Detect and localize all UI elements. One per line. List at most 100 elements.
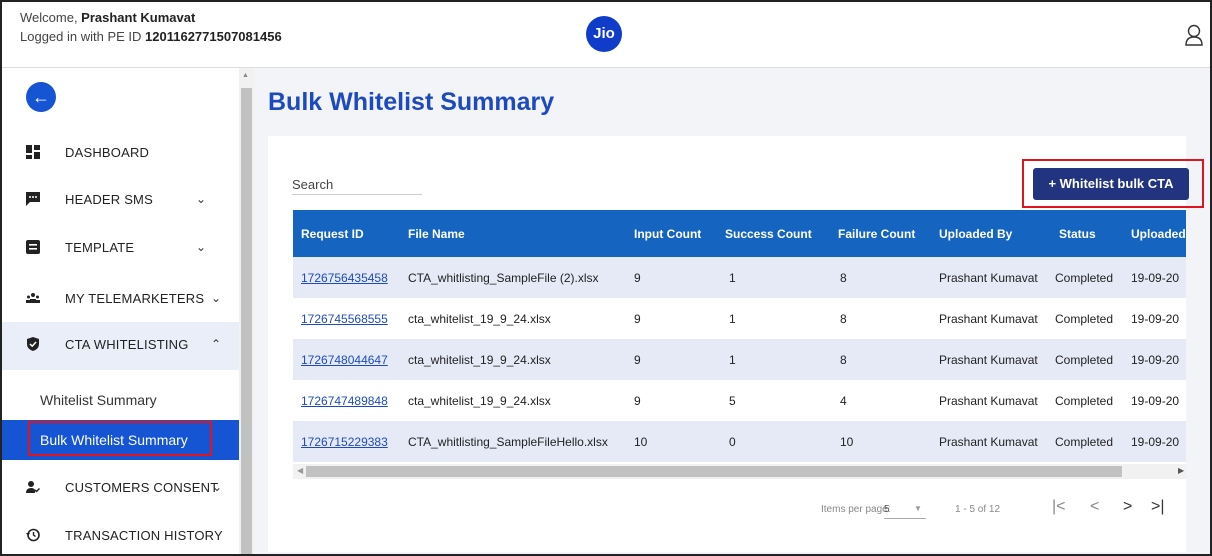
sidebar-item-dashboard[interactable]: DASHBOARD <box>2 130 239 178</box>
dropdown-caret-icon: ▼ <box>914 504 922 513</box>
sidebar-item-my-telemarketers[interactable]: MY TELEMARKETERS ⌄ <box>2 276 239 324</box>
request-id-link[interactable]: 1726756435458 <box>301 271 388 285</box>
shield-icon <box>27 337 39 351</box>
user-profile-icon[interactable] <box>1184 24 1204 46</box>
sidebar-item-template[interactable]: TEMPLATE ⌄ <box>2 225 239 273</box>
failure-count-cell: 8 <box>840 353 847 367</box>
jio-logo: Jio <box>586 16 622 52</box>
column-header[interactable]: Success Count <box>725 227 812 241</box>
page-size-select[interactable]: 5 ▼ <box>884 504 926 518</box>
uploaded-cell: 19-09-20 <box>1131 394 1180 408</box>
welcome-block: Welcome, Prashant Kumavat Logged in with… <box>20 8 282 46</box>
next-page-icon[interactable]: > <box>1123 498 1132 516</box>
table-row: 1726756435458 CTA_whitlisting_SampleFile… <box>293 257 1186 298</box>
sidebar-item-transaction-history[interactable]: TRANSACTION HISTORY <box>2 513 239 554</box>
user-name: Prashant Kumavat <box>81 10 196 25</box>
previous-page-icon[interactable]: < <box>1090 498 1099 516</box>
welcome-line: Welcome, Prashant Kumavat <box>20 10 196 25</box>
sidebar-item-customers-consent[interactable]: CUSTOMERS CONSENT ⌄ <box>2 465 239 513</box>
whitelist-table: Request ID File Name Input Count Success… <box>293 210 1186 464</box>
success-count-cell: 0 <box>729 435 736 449</box>
status-cell: Completed <box>1055 312 1114 326</box>
search-underline <box>292 194 422 195</box>
sidebar-item-label: CUSTOMERS CONSENT <box>65 480 219 495</box>
status-cell: Completed <box>1055 353 1114 367</box>
sidebar-item-header-sms[interactable]: HEADER SMS ⌄ <box>2 177 239 225</box>
column-header[interactable]: File Name <box>408 227 465 241</box>
chevron-down-icon: ⌄ <box>196 240 207 254</box>
sidebar-item-label: TEMPLATE <box>65 240 135 255</box>
status-cell: Completed <box>1055 271 1114 285</box>
page-range-label: 1 - 5 of 12 <box>955 504 1001 515</box>
back-arrow-icon[interactable]: ← <box>26 82 56 112</box>
column-header[interactable]: Request ID <box>301 227 364 241</box>
app-window: Welcome, Prashant Kumavat Logged in with… <box>0 0 1212 556</box>
last-page-icon[interactable]: >| <box>1151 498 1165 516</box>
uploaded-by-cell: Prashant Kumavat <box>939 271 1038 285</box>
search-input[interactable]: Search <box>292 177 333 192</box>
failure-count-cell: 10 <box>840 435 854 449</box>
sidebar-item-label: CTA WHITELISTING <box>65 337 189 352</box>
pe-id: 1201162771507081456 <box>145 29 282 44</box>
status-cell: Completed <box>1055 435 1114 449</box>
uploaded-by-cell: Prashant Kumavat <box>939 394 1038 408</box>
request-id-link[interactable]: 1726747489848 <box>301 394 388 408</box>
file-name-cell: cta_whitelist_19_9_24.xlsx <box>408 312 551 326</box>
request-id-link[interactable]: 1726715229383 <box>301 435 388 449</box>
file-name-cell: cta_whitelist_19_9_24.xlsx <box>408 394 551 408</box>
scroll-up-arrow-icon[interactable]: ▲ <box>242 72 249 79</box>
sidebar-item-cta-whitelisting[interactable]: CTA WHITELISTING ⌃ <box>2 322 239 370</box>
uploaded-cell: 19-09-20 <box>1131 271 1180 285</box>
items-per-page-label: Items per page: <box>821 504 891 515</box>
uploaded-by-cell: Prashant Kumavat <box>939 312 1038 326</box>
chevron-down-icon: ⌄ <box>211 291 222 305</box>
table-row: 1726747489848 cta_whitelist_19_9_24.xlsx… <box>293 380 1186 421</box>
history-icon <box>26 528 40 542</box>
sidebar-scrollbar-thumb[interactable] <box>241 88 252 554</box>
page-title: Bulk Whitelist Summary <box>268 88 555 116</box>
success-count-cell: 5 <box>729 394 736 408</box>
dashboard-icon <box>26 145 40 159</box>
column-header[interactable]: Uploaded By <box>939 227 1012 241</box>
table-row: 1726745568555 cta_whitelist_19_9_24.xlsx… <box>293 298 1186 339</box>
failure-count-cell: 4 <box>840 394 847 408</box>
sidebar-subitem-whitelist-summary[interactable]: Whitelist Summary <box>2 380 239 420</box>
input-count-cell: 9 <box>634 312 641 326</box>
table-row: 1726748044647 cta_whitelist_19_9_24.xlsx… <box>293 339 1186 380</box>
request-id-link[interactable]: 1726748044647 <box>301 353 388 367</box>
uploaded-by-cell: Prashant Kumavat <box>939 435 1038 449</box>
chevron-up-icon: ⌃ <box>211 337 222 351</box>
failure-count-cell: 8 <box>840 312 847 326</box>
chevron-down-icon: ⌄ <box>212 480 223 494</box>
page-size-value: 5 <box>884 504 890 515</box>
highlight-box-sidebar <box>28 421 212 456</box>
input-count-cell: 9 <box>634 271 641 285</box>
uploaded-cell: 19-09-20 <box>1131 312 1180 326</box>
first-page-icon[interactable]: |< <box>1052 498 1066 516</box>
scroll-right-arrow-icon[interactable]: ▶ <box>1178 466 1184 475</box>
table-scrollbar-thumb[interactable] <box>306 466 1122 477</box>
input-count-cell: 9 <box>634 394 641 408</box>
highlight-box-cta <box>1022 159 1204 208</box>
status-cell: Completed <box>1055 394 1114 408</box>
scroll-left-arrow-icon[interactable]: ◀ <box>297 466 303 475</box>
uploaded-cell: 19-09-20 <box>1131 353 1180 367</box>
uploaded-by-cell: Prashant Kumavat <box>939 353 1038 367</box>
column-header[interactable]: Input Count <box>634 227 701 241</box>
login-line: Logged in with PE ID 1201162771507081456 <box>20 29 282 44</box>
column-header[interactable]: Uploaded <box>1131 227 1186 241</box>
request-id-link[interactable]: 1726745568555 <box>301 312 388 326</box>
input-count-cell: 9 <box>634 353 641 367</box>
table-row: 1726715229383 CTA_whitlisting_SampleFile… <box>293 421 1186 462</box>
group-icon <box>26 293 40 303</box>
sidebar-item-label: TRANSACTION HISTORY <box>65 528 223 543</box>
uploaded-cell: 19-09-20 <box>1131 435 1180 449</box>
success-count-cell: 1 <box>729 271 736 285</box>
input-count-cell: 10 <box>634 435 648 449</box>
page-size-underline <box>884 518 926 519</box>
column-header[interactable]: Status <box>1059 227 1096 241</box>
person-check-icon <box>26 481 40 493</box>
file-name-cell: CTA_whitlisting_SampleFile (2).xlsx <box>408 271 599 285</box>
sidebar-item-label: MY TELEMARKETERS <box>65 291 205 306</box>
column-header[interactable]: Failure Count <box>838 227 915 241</box>
